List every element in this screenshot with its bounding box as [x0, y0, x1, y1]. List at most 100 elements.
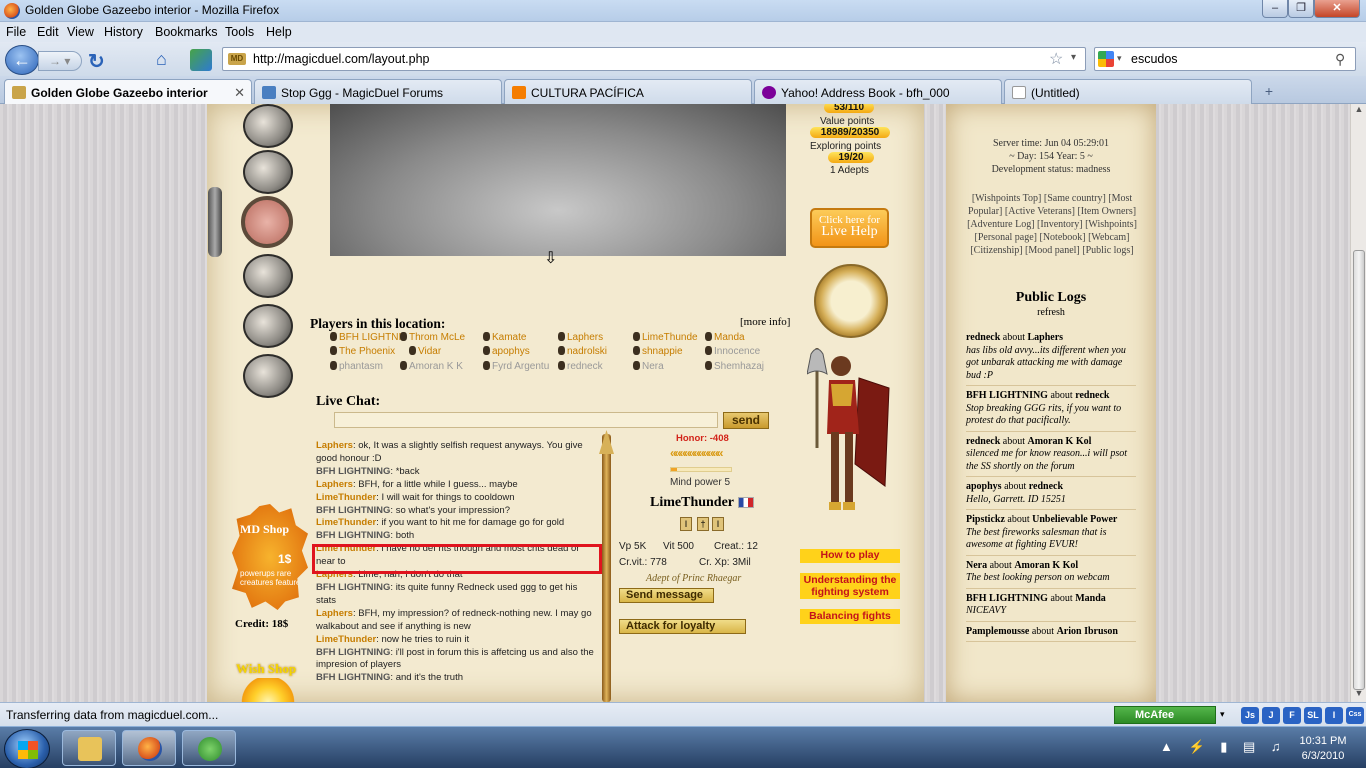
send-button[interactable]: send [723, 412, 769, 429]
balancing-fights-button[interactable]: Balancing fights [800, 609, 900, 624]
chat-author[interactable]: BFH LIGHTNING [316, 466, 390, 477]
log-author[interactable]: BFH LIGHTNING [966, 593, 1048, 604]
tab-stop-ggg[interactable]: Stop Ggg - MagicDuel Forums [254, 79, 502, 104]
mcafee-dropdown-icon[interactable]: ▾ [1220, 709, 1225, 720]
scroll-down-icon[interactable]: ▼ [1352, 688, 1366, 702]
chat-author[interactable]: BFH LIGHTNING [316, 672, 390, 683]
mcafee-button[interactable]: McAfee [1114, 706, 1216, 724]
menu-tools[interactable]: Tools [225, 25, 254, 39]
wish-shop-link[interactable]: Wish Shop [236, 661, 296, 677]
player-entry[interactable]: Amoran K K [400, 361, 463, 372]
player-entry[interactable]: phantasm [330, 361, 383, 372]
scroll-up-icon[interactable]: ▲ [1352, 104, 1366, 118]
log-author[interactable]: apophys [966, 481, 1002, 492]
player-entry[interactable]: Shemhazaj [705, 361, 764, 372]
menu-edit[interactable]: Edit [37, 25, 59, 39]
addon-js-button[interactable]: Js [1241, 707, 1259, 724]
rune-icon[interactable]: † [697, 517, 709, 531]
player-entry[interactable]: LimeThunde [633, 332, 698, 343]
search-magnifier-icon[interactable]: ⚲ [1335, 51, 1345, 68]
addon-i-button[interactable]: I [1325, 707, 1343, 724]
menu-file[interactable]: File [6, 25, 26, 39]
taskbar-explorer[interactable] [62, 730, 116, 766]
url-dropdown-icon[interactable]: ▾ [1071, 52, 1076, 63]
log-target[interactable]: redneck [1075, 390, 1109, 401]
adept-text[interactable]: Adept of Princ Rhaegar [646, 573, 741, 584]
log-target[interactable]: Manda [1075, 593, 1106, 604]
taskbar-messenger[interactable] [182, 730, 236, 766]
player-name[interactable]: LimeThunder [650, 495, 734, 511]
log-target[interactable]: Arion Ibruson [1057, 626, 1118, 637]
tab-close-icon[interactable]: ✕ [234, 85, 245, 101]
minimize-button[interactable]: – [1262, 0, 1288, 18]
google-icon[interactable] [1098, 51, 1114, 67]
system-tray-icons[interactable]: ▲ ⚡ ▮ ▤ ♫ [1160, 739, 1287, 755]
new-tab-button[interactable]: + [1256, 80, 1282, 102]
menu-view[interactable]: View [67, 25, 94, 39]
reload-icon[interactable]: ↻ [88, 49, 105, 74]
addon-sl-button[interactable]: SL [1304, 707, 1322, 724]
log-author[interactable]: redneck [966, 436, 1000, 447]
tab-yahoo[interactable]: Yahoo! Address Book - bfh_000 [754, 79, 1002, 104]
addon-css-button[interactable]: Css [1346, 707, 1364, 724]
log-target[interactable]: Amoran K Kol [1014, 560, 1078, 571]
log-target[interactable]: Laphers [1027, 332, 1063, 343]
scroll-icon[interactable] [243, 254, 293, 298]
player-entry[interactable]: Vidar [409, 346, 441, 357]
player-entry[interactable]: The Phoenix [330, 346, 395, 357]
chat-author[interactable]: Laphers [316, 479, 353, 490]
crossed-swords-icon[interactable] [243, 304, 293, 348]
log-target[interactable]: Amoran K Kol [1027, 436, 1091, 447]
tab-cultura[interactable]: CULTURA PACÍFICA [504, 79, 752, 104]
url-text[interactable]: http://magicduel.com/layout.php [253, 52, 430, 66]
player-entry[interactable]: redneck [558, 361, 603, 372]
chat-author[interactable]: BFH LIGHTNING [316, 530, 390, 541]
player-entry[interactable]: Throm McLe [400, 332, 465, 343]
home-icon[interactable]: ⌂ [156, 50, 176, 69]
live-help-button[interactable]: Click here for Live Help [810, 208, 889, 248]
crossed-swords-shield-icon[interactable] [243, 104, 293, 148]
addon-icon[interactable] [190, 49, 212, 71]
log-author[interactable]: Nera [966, 560, 987, 571]
rune-icon[interactable]: I [712, 517, 724, 531]
down-arrow-icon[interactable]: ⇩ [544, 248, 557, 268]
log-author[interactable]: Pipstickz [966, 514, 1005, 525]
maximize-button[interactable]: ❐ [1288, 0, 1314, 18]
url-bar[interactable]: MD http://magicduel.com/layout.php ☆ ▾ [222, 47, 1086, 71]
menu-bookmarks[interactable]: Bookmarks [155, 25, 218, 39]
chat-author[interactable]: Laphers [316, 608, 353, 619]
log-target[interactable]: Unbelievable Power [1032, 514, 1117, 525]
mail-icon[interactable] [241, 196, 293, 248]
forward-button[interactable]: → ▾ [38, 51, 82, 71]
menu-help[interactable]: Help [266, 25, 292, 39]
chat-author[interactable]: LimeThunder [316, 517, 376, 528]
player-entry[interactable]: Laphers [558, 332, 603, 343]
player-entry[interactable]: nadrolski [558, 346, 607, 357]
attack-for-loyalty-button[interactable]: Attack for loyalty [619, 619, 746, 634]
chat-author[interactable]: Laphers [316, 440, 353, 451]
back-button[interactable]: ← [5, 45, 39, 75]
swirl-icon[interactable] [243, 354, 293, 398]
chat-author[interactable]: BFH LIGHTNING [316, 582, 390, 593]
taskbar-firefox[interactable] [122, 730, 176, 766]
clock[interactable]: 10:31 PM 6/3/2010 [1290, 734, 1356, 764]
fighting-system-button[interactable]: Understanding the fighting system [800, 573, 900, 599]
tab-golden-globe[interactable]: Golden Globe Gazeebo interior ✕ [4, 79, 252, 105]
chat-author[interactable]: LimeThunder [316, 634, 376, 645]
chat-input[interactable] [334, 412, 718, 428]
beast-icon[interactable] [243, 150, 293, 194]
how-to-play-button[interactable]: How to play [800, 549, 900, 563]
sun-icon[interactable] [240, 678, 296, 702]
quick-links[interactable]: [Wishpoints Top] [Same country] [Most Po… [954, 192, 1150, 257]
player-entry[interactable]: shnappie [633, 346, 683, 357]
tab-untitled[interactable]: (Untitled) [1004, 79, 1252, 104]
chat-author[interactable]: BFH LIGHTNING [316, 505, 390, 516]
log-target[interactable]: redneck [1029, 481, 1063, 492]
addon-j-button[interactable]: J [1262, 707, 1280, 724]
scroll-thumb[interactable] [1353, 250, 1365, 690]
close-button[interactable]: ✕ [1314, 0, 1360, 18]
player-entry[interactable]: Manda [705, 332, 745, 343]
player-entry[interactable]: Kamate [483, 332, 526, 343]
player-entry[interactable]: BFH LIGHTNI [330, 332, 401, 343]
search-bar[interactable]: ▾ escudos ⚲ [1094, 47, 1356, 71]
